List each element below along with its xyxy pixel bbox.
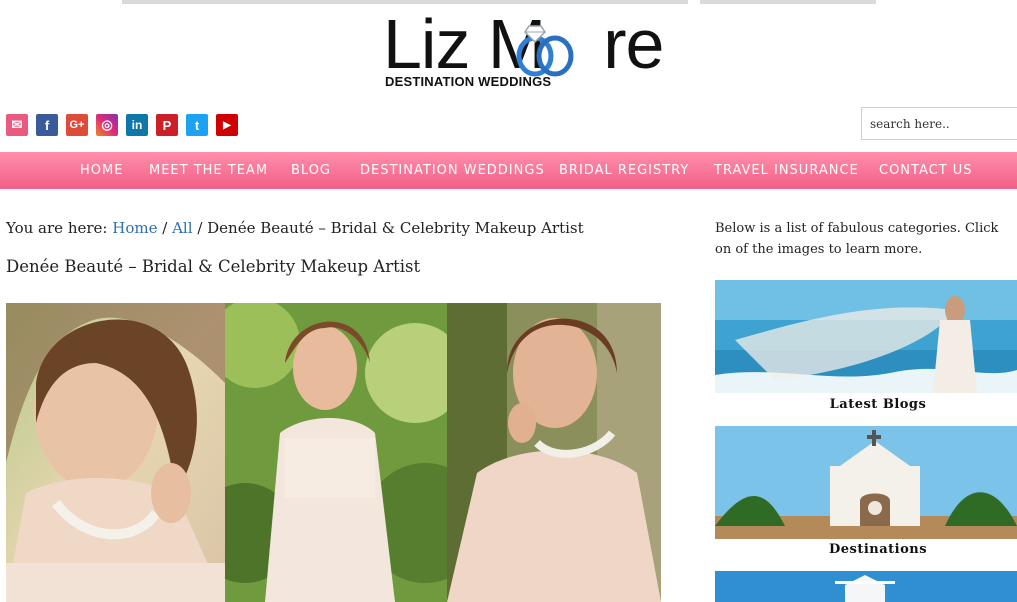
breadcrumb-home-link[interactable]: Home [112,219,157,237]
google-plus-icon[interactable]: G+ [66,114,88,136]
bride-photo-3 [447,303,661,602]
nav-item-bridal-registry[interactable]: BRIDAL REGISTRY [559,163,689,178]
logo-tagline: DESTINATION WEDDINGS [385,74,552,89]
breadcrumb: You are here: Home / All / Denée Beauté … [6,219,584,237]
category-image-3[interactable] [715,571,1017,602]
main-nav: HOME MEET THE TEAM BLOG DESTINATION WEDD… [0,152,1017,189]
youtube-icon[interactable]: ▶ [216,114,238,136]
bridal-photo-collage [6,303,661,602]
facebook-icon[interactable]: f [36,114,58,136]
latest-blogs-caption[interactable]: Latest Blogs [715,397,1017,412]
nav-item-destination-weddings[interactable]: DESTINATION WEDDINGS [360,163,545,178]
email-icon[interactable]: ✉ [6,114,28,136]
instagram-icon[interactable]: ◎ [96,114,118,136]
logo-name-part2: re [603,5,664,83]
breadcrumb-separator: / [197,219,203,237]
nav-item-home[interactable]: HOME [80,163,123,178]
search-input[interactable]: search here.. [861,107,1017,140]
breadcrumb-current: Denée Beauté – Bridal & Celebrity Makeup… [207,219,584,237]
nav-item-meet-the-team[interactable]: MEET THE TEAM [149,163,268,178]
site-logo[interactable]: Liz Mre DESTINATION WEDDINGS [383,5,673,92]
wedding-rings-icon [516,25,574,77]
tab-strip-segment [700,0,876,4]
twitter-icon[interactable]: t [186,114,208,136]
destinations-image[interactable] [715,426,1017,539]
latest-blogs-image[interactable] [715,280,1017,393]
destinations-caption[interactable]: Destinations [715,542,1017,557]
nav-item-travel-insurance[interactable]: TRAVEL INSURANCE [714,163,859,178]
social-links: ✉ f G+ ◎ in P t ▶ [6,114,238,136]
bride-photo-1 [6,303,225,602]
sidebar-intro: Below is a list of fabulous categories. … [715,221,999,257]
breadcrumb-all-link[interactable]: All [172,219,192,237]
bride-photo-2 [225,303,447,602]
linkedin-icon[interactable]: in [126,114,148,136]
nav-item-blog[interactable]: BLOG [291,163,331,178]
nav-item-contact-us[interactable]: CONTACT US [879,163,973,178]
pinterest-icon[interactable]: P [156,114,178,136]
breadcrumb-prefix: You are here: [6,219,108,237]
page-title: Denée Beauté – Bridal & Celebrity Makeup… [6,257,421,276]
breadcrumb-separator: / [162,219,168,237]
